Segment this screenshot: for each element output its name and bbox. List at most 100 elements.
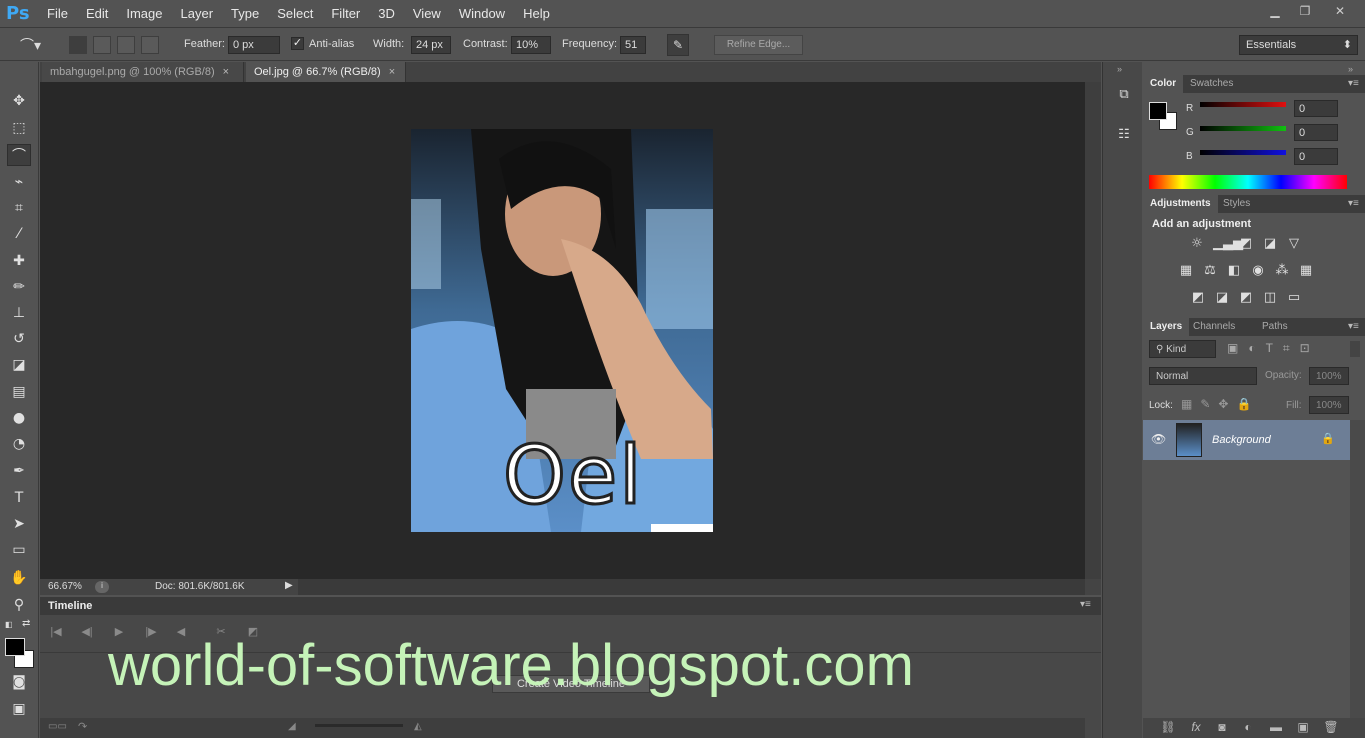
menu-select[interactable]: Select — [268, 0, 322, 28]
color-lookup-icon[interactable]: ▦ — [1297, 263, 1315, 279]
color-panel-fg-swatch[interactable] — [1149, 102, 1167, 120]
properties-icon[interactable]: ☷ — [1113, 126, 1135, 148]
foreground-color-swatch[interactable] — [5, 638, 25, 656]
magnetic-lasso-preset-icon[interactable]: ⌒▾ — [20, 35, 54, 55]
menu-help[interactable]: Help — [514, 0, 559, 28]
menu-filter[interactable]: Filter — [322, 0, 369, 28]
eyedropper-tool-icon[interactable]: ⁄ — [7, 223, 31, 245]
width-input[interactable]: 24 px — [411, 36, 451, 54]
default-colors-icon[interactable]: ◧ — [5, 620, 15, 630]
menu-image[interactable]: Image — [117, 0, 171, 28]
channel-g-input[interactable]: 0 — [1294, 124, 1338, 141]
tab-adjustments[interactable]: Adjustments — [1143, 195, 1218, 213]
subtract-selection-button[interactable] — [117, 36, 135, 54]
tab-paths[interactable]: Paths — [1255, 318, 1295, 336]
tab-styles[interactable]: Styles — [1216, 195, 1257, 213]
channel-b-slider[interactable] — [1200, 150, 1286, 155]
posterize-icon[interactable]: ◪ — [1213, 290, 1231, 306]
tab-layers[interactable]: Layers — [1143, 318, 1190, 336]
brightness-contrast-icon[interactable]: ☼ — [1188, 236, 1206, 252]
info-icon[interactable]: i — [95, 581, 109, 593]
zoom-in-icon[interactable]: ◭ — [414, 721, 422, 732]
zoom-level[interactable]: 66.67% — [48, 581, 82, 592]
status-menu-arrow-icon[interactable]: ▶ — [285, 580, 293, 591]
gradient-map-icon[interactable]: ▭ — [1285, 290, 1303, 306]
tab-oel[interactable]: Oel.jpg @ 66.7% (RGB/8) × — [246, 62, 406, 82]
menu-layer[interactable]: Layer — [172, 0, 223, 28]
collapse-dock-icon[interactable]: » — [1117, 64, 1122, 74]
layers-scrollbar[interactable] — [1350, 420, 1365, 718]
panel-menu-icon[interactable]: ▾≡ — [1348, 321, 1359, 332]
selective-color-icon[interactable]: ◫ — [1261, 290, 1279, 306]
channel-mixer-icon[interactable]: ⁂ — [1273, 263, 1291, 279]
dodge-tool-icon[interactable]: ◔ — [7, 433, 31, 455]
close-icon[interactable]: × — [389, 66, 395, 78]
intersect-selection-button[interactable] — [141, 36, 159, 54]
history-brush-tool-icon[interactable]: ↺ — [7, 328, 31, 350]
channel-g-slider[interactable] — [1200, 126, 1286, 131]
hand-tool-icon[interactable]: ✋ — [7, 567, 31, 589]
pen-tool-icon[interactable]: ✒ — [7, 460, 31, 482]
panel-menu-icon[interactable]: ▾≡ — [1348, 198, 1359, 209]
tab-swatches[interactable]: Swatches — [1183, 75, 1240, 93]
tab-channels[interactable]: Channels — [1186, 318, 1242, 336]
new-selection-button[interactable] — [69, 36, 87, 54]
menu-3d[interactable]: 3D — [369, 0, 404, 28]
opacity-input[interactable]: 100% — [1309, 367, 1349, 385]
layer-name[interactable]: Background — [1212, 434, 1271, 446]
filter-toggle[interactable] — [1350, 341, 1360, 357]
rectangle-tool-icon[interactable]: ▭ — [7, 539, 31, 561]
trash-icon[interactable]: 🗑 — [1322, 720, 1340, 736]
tab-color[interactable]: Color — [1143, 75, 1184, 93]
new-layer-icon[interactable]: ▣ — [1294, 720, 1312, 736]
zoom-tool-icon[interactable]: ⚲ — [7, 594, 31, 616]
screen-mode-icon[interactable]: ▣ — [7, 698, 31, 720]
tab-mbahgugel[interactable]: mbahgugel.png @ 100% (RGB/8) × — [42, 62, 244, 82]
refine-edge-button[interactable]: Refine Edge... — [714, 35, 803, 55]
timeline-zoom-slider[interactable] — [315, 724, 403, 727]
blend-mode-select[interactable]: Normal — [1149, 367, 1257, 385]
quick-mask-icon[interactable]: ◙ — [7, 671, 31, 693]
levels-icon[interactable]: ▁▃▅ — [1213, 236, 1243, 252]
blur-tool-icon[interactable]: ● — [7, 407, 31, 429]
menu-edit[interactable]: Edit — [77, 0, 117, 28]
group-folder-icon[interactable]: ▬ — [1267, 720, 1285, 736]
fill-input[interactable]: 100% — [1309, 396, 1349, 414]
black-white-icon[interactable]: ◧ — [1225, 263, 1243, 279]
feather-input[interactable]: 0 px — [228, 36, 280, 54]
channel-b-input[interactable]: 0 — [1294, 148, 1338, 165]
add-selection-button[interactable] — [93, 36, 111, 54]
curves-icon[interactable]: ◩ — [1237, 236, 1255, 252]
exposure-icon[interactable]: ◪ — [1261, 236, 1279, 252]
horizontal-scrollbar[interactable] — [298, 579, 1085, 595]
lock-icons[interactable]: ▦✎✥🔒 — [1181, 397, 1261, 413]
antialias-checkbox[interactable]: ✓ — [291, 37, 304, 50]
panel-menu-icon[interactable]: ▾≡ — [1348, 78, 1359, 89]
move-tool-icon[interactable]: ✥ — [7, 90, 31, 112]
adjustment-layer-icon[interactable]: ◐ — [1239, 720, 1257, 736]
marquee-tool-icon[interactable]: ⬚ — [7, 117, 31, 139]
path-selection-tool-icon[interactable]: ➤ — [7, 513, 31, 535]
gradient-tool-icon[interactable]: ▤ — [7, 381, 31, 403]
link-layers-icon[interactable]: ⛓ — [1159, 720, 1177, 736]
collapse-panels-icon[interactable]: » — [1348, 64, 1353, 74]
restore-icon[interactable]: ❐ — [1290, 2, 1320, 20]
layer-row-background[interactable]: 👁 Background 🔒 — [1143, 420, 1350, 460]
vibrance-icon[interactable]: ▽ — [1285, 236, 1303, 252]
panel-menu-icon[interactable]: ▾≡ — [1080, 599, 1091, 610]
lasso-tool-icon[interactable]: ⌒ — [7, 144, 31, 166]
close-icon[interactable]: × — [223, 66, 229, 78]
brush-tool-icon[interactable]: ✏ — [7, 276, 31, 298]
frequency-input[interactable]: 51 — [620, 36, 646, 54]
menu-file[interactable]: File — [38, 0, 77, 28]
contrast-input[interactable]: 10% — [511, 36, 551, 54]
color-spectrum-bar[interactable] — [1149, 175, 1347, 189]
layer-filter-icons[interactable]: ▣◐T⌗⊡ — [1227, 341, 1345, 357]
invert-icon[interactable]: ◩ — [1189, 290, 1207, 306]
add-mask-icon[interactable]: ◙ — [1213, 720, 1231, 736]
convert-icon[interactable]: ↷ — [78, 720, 87, 733]
pen-pressure-icon[interactable]: ✎ — [667, 34, 689, 56]
crop-tool-icon[interactable]: ⌗ — [7, 197, 31, 219]
hue-saturation-icon[interactable]: ▦ — [1177, 263, 1195, 279]
zoom-out-icon[interactable]: ◢ — [288, 721, 296, 732]
